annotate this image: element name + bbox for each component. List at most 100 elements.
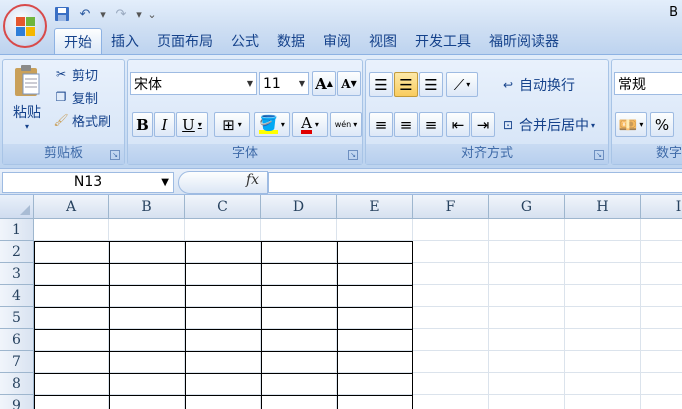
align-right-button[interactable]: ≡	[419, 112, 443, 137]
select-all-button[interactable]	[0, 195, 34, 219]
merge-center-button[interactable]: ⊡ 合并后居中 ▾	[500, 114, 595, 136]
cell-b5[interactable]	[109, 307, 185, 329]
underline-button[interactable]: U ▾	[176, 112, 208, 137]
cell-h6[interactable]	[565, 329, 641, 351]
accounting-format-button[interactable]: 💴 ▾	[615, 112, 647, 137]
cell-i5[interactable]	[641, 307, 682, 329]
cell-a9[interactable]	[34, 395, 109, 409]
copy-button[interactable]: ❐ 复制	[53, 87, 98, 107]
cell-b1[interactable]	[109, 219, 185, 241]
cell-e1[interactable]	[337, 219, 413, 241]
tab-view[interactable]: 视图	[360, 28, 406, 54]
cell-f6[interactable]	[413, 329, 489, 351]
cell-e6[interactable]	[337, 329, 413, 351]
cell-f1[interactable]	[413, 219, 489, 241]
row-header-9[interactable]: 9	[0, 395, 34, 409]
customize-qat-icon[interactable]: ⌄	[147, 4, 157, 24]
column-header-g[interactable]: G	[489, 195, 565, 219]
font-color-button[interactable]: A ▾	[292, 112, 328, 137]
column-header-a[interactable]: A	[34, 195, 109, 219]
cell-d8[interactable]	[261, 373, 337, 395]
row-header-6[interactable]: 6	[0, 329, 34, 351]
cell-c6[interactable]	[185, 329, 261, 351]
cell-i3[interactable]	[641, 263, 682, 285]
cell-g3[interactable]	[489, 263, 565, 285]
cell-i9[interactable]	[641, 395, 682, 409]
cell-a3[interactable]	[34, 263, 109, 285]
tab-review[interactable]: 审阅	[314, 28, 360, 54]
cell-h8[interactable]	[565, 373, 641, 395]
row-header-7[interactable]: 7	[0, 351, 34, 373]
redo-dropdown-icon[interactable]: ▾	[134, 4, 144, 24]
font-launcher-icon[interactable]: ↘	[348, 150, 358, 160]
cell-d1[interactable]	[261, 219, 337, 241]
undo-icon[interactable]: ↶	[75, 4, 95, 24]
fill-color-button[interactable]: 🪣 ▾	[254, 112, 290, 137]
cell-f5[interactable]	[413, 307, 489, 329]
cell-e7[interactable]	[337, 351, 413, 373]
cell-h3[interactable]	[565, 263, 641, 285]
cell-c2[interactable]	[185, 241, 261, 263]
row-header-3[interactable]: 3	[0, 263, 34, 285]
row-header-1[interactable]: 1	[0, 219, 34, 241]
cell-f3[interactable]	[413, 263, 489, 285]
cell-c3[interactable]	[185, 263, 261, 285]
worksheet-grid[interactable]: ABCDEFGHI 123456789	[0, 195, 682, 409]
cell-i2[interactable]	[641, 241, 682, 263]
cell-b9[interactable]	[109, 395, 185, 409]
cell-e8[interactable]	[337, 373, 413, 395]
borders-button[interactable]: ⊞ ▾	[214, 112, 250, 137]
cell-c1[interactable]	[185, 219, 261, 241]
tab-data[interactable]: 数据	[268, 28, 314, 54]
cell-d4[interactable]	[261, 285, 337, 307]
cell-d5[interactable]	[261, 307, 337, 329]
cell-g9[interactable]	[489, 395, 565, 409]
decrease-indent-button[interactable]: ⇤	[446, 112, 470, 137]
cell-c8[interactable]	[185, 373, 261, 395]
cell-b4[interactable]	[109, 285, 185, 307]
cell-c9[interactable]	[185, 395, 261, 409]
increase-indent-button[interactable]: ⇥	[471, 112, 495, 137]
row-header-2[interactable]: 2	[0, 241, 34, 263]
office-button[interactable]	[3, 4, 47, 48]
column-header-i[interactable]: I	[641, 195, 682, 219]
chevron-down-icon[interactable]: ▼	[161, 173, 169, 192]
cell-a6[interactable]	[34, 329, 109, 351]
cell-i1[interactable]	[641, 219, 682, 241]
cell-h1[interactable]	[565, 219, 641, 241]
cell-g8[interactable]	[489, 373, 565, 395]
cell-h7[interactable]	[565, 351, 641, 373]
row-header-5[interactable]: 5	[0, 307, 34, 329]
formula-input[interactable]	[268, 172, 682, 193]
cell-d2[interactable]	[261, 241, 337, 263]
cell-f9[interactable]	[413, 395, 489, 409]
cell-a2[interactable]	[34, 241, 109, 263]
cell-a7[interactable]	[34, 351, 109, 373]
cell-i6[interactable]	[641, 329, 682, 351]
cell-h9[interactable]	[565, 395, 641, 409]
redo-icon[interactable]: ↷	[111, 4, 131, 24]
column-header-d[interactable]: D	[261, 195, 337, 219]
column-header-e[interactable]: E	[337, 195, 413, 219]
cell-e5[interactable]	[337, 307, 413, 329]
cell-h4[interactable]	[565, 285, 641, 307]
cell-g5[interactable]	[489, 307, 565, 329]
cell-i4[interactable]	[641, 285, 682, 307]
cell-h2[interactable]	[565, 241, 641, 263]
cell-h5[interactable]	[565, 307, 641, 329]
cell-b3[interactable]	[109, 263, 185, 285]
column-header-f[interactable]: F	[413, 195, 489, 219]
italic-button[interactable]: I	[154, 112, 175, 137]
cell-i7[interactable]	[641, 351, 682, 373]
cell-e4[interactable]	[337, 285, 413, 307]
tab-insert[interactable]: 插入	[102, 28, 148, 54]
cell-d3[interactable]	[261, 263, 337, 285]
phonetic-button[interactable]: wén ▾	[330, 112, 362, 137]
cell-e2[interactable]	[337, 241, 413, 263]
cell-g2[interactable]	[489, 241, 565, 263]
format-painter-button[interactable]: 🖌 格式刷	[53, 110, 111, 130]
paste-button[interactable]: 粘贴 ▾	[7, 64, 47, 138]
tab-formulas[interactable]: 公式	[222, 28, 268, 54]
font-size-combo[interactable]: 11 ▼	[259, 72, 309, 95]
cell-a1[interactable]	[34, 219, 109, 241]
